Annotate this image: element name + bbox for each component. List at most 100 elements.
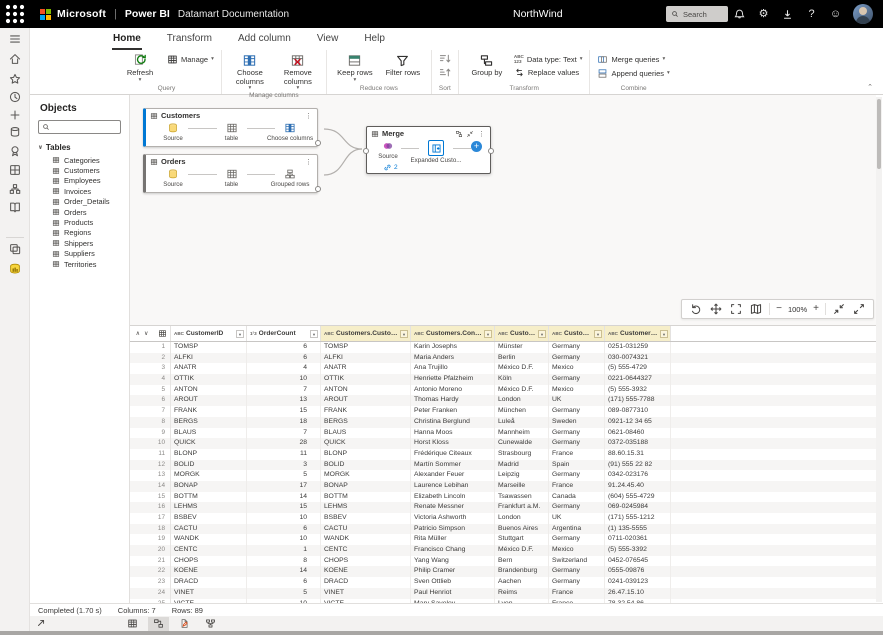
tab-home[interactable]: Home xyxy=(112,30,142,50)
nav-apps-icon[interactable] xyxy=(8,163,22,177)
sidebar-item-table-shippers[interactable]: Shippers xyxy=(30,238,129,248)
cell[interactable]: Frédérique Citeaux xyxy=(411,449,495,460)
kebab-menu-icon[interactable]: ⋮ xyxy=(304,112,313,120)
tab-add-column[interactable]: Add column xyxy=(237,30,292,50)
objects-search-input[interactable] xyxy=(38,120,121,134)
cell[interactable]: 6 xyxy=(247,353,321,364)
cell[interactable]: BLAUS xyxy=(171,428,247,439)
column-header-customers.city[interactable]: ABCCustomers.City▾ xyxy=(495,326,549,341)
cell[interactable]: Laurence Lebihan xyxy=(411,481,495,492)
cell[interactable]: Spain xyxy=(549,460,605,471)
nav-favorites-icon[interactable] xyxy=(8,72,22,86)
table-row[interactable]: 3ANATR4ANATRAna TrujilloMéxico D.F.Mexic… xyxy=(130,363,876,374)
table-row[interactable]: 9BLAUS7BLAUSHanna MoosMannheimGermany062… xyxy=(130,428,876,439)
cell[interactable]: London xyxy=(495,395,549,406)
cell[interactable]: 4 xyxy=(247,363,321,374)
table-row[interactable]: 23DRACD6DRACDSven OttliebAachenGermany02… xyxy=(130,577,876,588)
zoom-out-button[interactable]: − xyxy=(776,304,782,314)
user-avatar[interactable] xyxy=(853,4,873,24)
manage-button[interactable]: Manage▾ xyxy=(167,54,214,65)
collapse-ribbon-icon[interactable]: ⌃ xyxy=(867,83,873,91)
cell[interactable]: 5 xyxy=(247,470,321,481)
column-header-ordercount[interactable]: 1²3OrderCount▾ xyxy=(247,326,321,341)
sidebar-item-table-employees[interactable]: Employees xyxy=(30,176,129,186)
nav-menu-icon[interactable] xyxy=(8,32,22,46)
cell[interactable]: Germany xyxy=(549,428,605,439)
cell[interactable]: BLONP xyxy=(171,449,247,460)
table-row[interactable]: 22KOENE14KOENEPhilip CramerBrandenburgGe… xyxy=(130,566,876,577)
filter-dropdown-icon[interactable]: ▾ xyxy=(538,330,546,338)
cell[interactable]: 6 xyxy=(247,342,321,353)
cell[interactable]: 089-0877310 xyxy=(605,406,671,417)
sidebar-item-table-territories[interactable]: Territories xyxy=(30,259,129,269)
sidebar-item-table-categories[interactable]: Categories xyxy=(30,155,129,165)
cell[interactable]: Germany xyxy=(549,566,605,577)
sidebar-item-table-customers[interactable]: Customers xyxy=(30,165,129,175)
table-row[interactable]: 17BSBEV10BSBEVVictoria AshworthLondonUK(… xyxy=(130,513,876,524)
cell[interactable]: 18 xyxy=(247,417,321,428)
cell[interactable]: 030-0074321 xyxy=(605,353,671,364)
nav-deployment-pipelines-icon[interactable] xyxy=(8,182,22,196)
cell[interactable]: Philip Cramer xyxy=(411,566,495,577)
nav-goals-icon[interactable] xyxy=(8,144,22,158)
sidebar-item-table-order_details[interactable]: Order_Details xyxy=(30,197,129,207)
open-in-new-icon[interactable] xyxy=(34,618,46,630)
cell[interactable]: France xyxy=(549,588,605,599)
step-table[interactable]: table xyxy=(217,168,247,188)
cell[interactable]: Germany xyxy=(549,353,605,364)
cell[interactable]: MORGK xyxy=(171,470,247,481)
cell[interactable]: 0251-031259 xyxy=(605,342,671,353)
table-row[interactable]: 24VINET5VINETPaul HenriotReimsFrance26.4… xyxy=(130,588,876,599)
cell[interactable]: 11 xyxy=(247,449,321,460)
step-expanded-customers[interactable]: Expanded Custo... xyxy=(419,140,453,164)
cell[interactable]: 0342-023176 xyxy=(605,470,671,481)
cell[interactable]: 0452-076545 xyxy=(605,556,671,567)
keep-rows-button[interactable]: Keep rows▾ xyxy=(334,52,376,83)
cell[interactable]: Luleå xyxy=(495,417,549,428)
step-up-icon[interactable]: ∧ xyxy=(136,330,140,337)
vertical-scrollbar[interactable] xyxy=(876,97,882,602)
cell[interactable]: CHOPS xyxy=(321,556,411,567)
query-node-orders[interactable]: Orders ⋮ SourcetableGrouped rows xyxy=(143,154,318,193)
merge-queries-button[interactable]: Merge queries▾ xyxy=(597,54,669,65)
cell[interactable]: ANTON xyxy=(321,385,411,396)
filter-dropdown-icon[interactable]: ▾ xyxy=(236,330,244,338)
filter-dropdown-icon[interactable]: ▾ xyxy=(400,330,408,338)
cell[interactable]: (171) 555-7788 xyxy=(605,395,671,406)
cell[interactable]: BOLID xyxy=(171,460,247,471)
related-inputs-badge[interactable]: 2 xyxy=(383,163,490,172)
sidebar-item-table-invoices[interactable]: Invoices xyxy=(30,186,129,196)
step-choose-columns[interactable]: Choose columns xyxy=(275,122,305,142)
cell[interactable]: Sven Ottlieb xyxy=(411,577,495,588)
cell[interactable]: TOMSP xyxy=(321,342,411,353)
cell[interactable]: 8 xyxy=(247,556,321,567)
cell[interactable]: UK xyxy=(549,513,605,524)
table-row[interactable]: 14BONAP17BONAPLaurence LebihanMarseilleF… xyxy=(130,481,876,492)
replace-values-button[interactable]: Replace values xyxy=(514,67,583,78)
cell[interactable]: London xyxy=(495,513,549,524)
cell[interactable]: Elizabeth Lincoln xyxy=(411,492,495,503)
cell[interactable]: Maria Anders xyxy=(411,353,495,364)
cell[interactable]: Germany xyxy=(549,470,605,481)
cell[interactable]: ANATR xyxy=(171,363,247,374)
cell[interactable]: BSBEV xyxy=(171,513,247,524)
cell[interactable]: 15 xyxy=(247,406,321,417)
cell[interactable]: QUICK xyxy=(171,438,247,449)
cell[interactable]: ANTON xyxy=(171,385,247,396)
cell[interactable]: (91) 555 22 82 xyxy=(605,460,671,471)
nav-learn-icon[interactable] xyxy=(8,200,22,214)
step-source[interactable]: Source xyxy=(375,140,401,160)
collapse-all-icon[interactable] xyxy=(832,302,846,316)
table-row[interactable]: 16LEHMS15LEHMSRenate MessnerFrankfurt a.… xyxy=(130,502,876,513)
cell[interactable]: Mannheim xyxy=(495,428,549,439)
step-down-icon[interactable]: ∨ xyxy=(144,330,148,337)
pan-icon[interactable] xyxy=(709,302,723,316)
cell[interactable]: France xyxy=(549,481,605,492)
cell[interactable]: 3 xyxy=(247,460,321,471)
output-port[interactable] xyxy=(315,186,321,192)
cell[interactable]: Reims xyxy=(495,588,549,599)
query-diagram-view-button[interactable] xyxy=(148,617,169,631)
table-row[interactable]: 18CACTU6CACTUPatricio SimpsonBuenos Aire… xyxy=(130,524,876,535)
cell[interactable]: 7 xyxy=(247,385,321,396)
cell[interactable]: (5) 555-3392 xyxy=(605,545,671,556)
